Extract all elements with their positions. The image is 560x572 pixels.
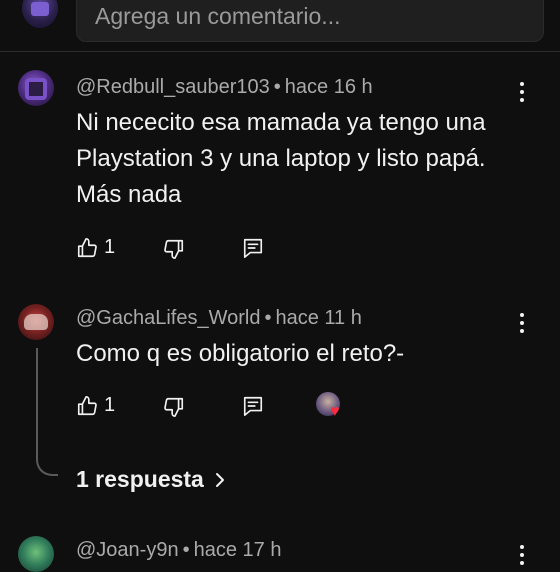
comment-time: hace 16 h xyxy=(284,76,373,98)
heart-icon: ♥ xyxy=(330,403,340,420)
comment-author[interactable]: @Joan-y9n xyxy=(76,539,179,561)
comment-text: Como q es obligatorio el reto?- xyxy=(76,340,405,367)
dislike-button[interactable] xyxy=(163,238,185,260)
like-button[interactable]: 1 xyxy=(76,236,115,259)
meta-separator: • xyxy=(273,76,281,98)
more-vertical-icon xyxy=(520,545,524,549)
avatar[interactable] xyxy=(18,70,54,106)
comment-time: hace 11 h xyxy=(275,307,362,329)
replies-label: 1 respuesta xyxy=(76,466,204,492)
meta-separator: • xyxy=(182,539,190,561)
view-replies-button[interactable]: 1 respuesta xyxy=(76,466,226,493)
more-options-button[interactable] xyxy=(512,311,532,335)
comment-meta: @GachaLifes_World • hace 11 h xyxy=(76,307,362,330)
comment-meta: @Redbull_sauber103 • hace 16 h xyxy=(76,76,373,99)
comment-input[interactable]: Agrega un comentario... xyxy=(76,0,544,42)
thread-connector xyxy=(36,348,58,476)
dislike-button[interactable] xyxy=(163,396,185,418)
avatar[interactable] xyxy=(18,536,54,572)
comment-author[interactable]: @GachaLifes_World xyxy=(76,307,260,329)
comment-meta: @Joan-y9n • hace 17 h xyxy=(76,539,281,562)
meta-separator: • xyxy=(264,307,272,329)
comment-time: hace 17 h xyxy=(193,539,282,561)
thumbs-down-icon xyxy=(164,239,184,259)
thumbs-up-icon xyxy=(77,395,97,415)
like-button[interactable]: 1 xyxy=(76,394,115,417)
more-vertical-icon xyxy=(520,313,524,317)
comment-text: Ni nececito esa mamada ya tengo una Play… xyxy=(76,109,486,208)
like-count: 1 xyxy=(104,236,116,258)
more-vertical-icon xyxy=(520,82,524,86)
reply-icon xyxy=(243,396,263,416)
thumbs-up-icon xyxy=(77,237,97,257)
more-options-button[interactable] xyxy=(512,80,532,104)
more-options-button[interactable] xyxy=(512,543,532,567)
divider xyxy=(0,51,560,52)
avatar[interactable] xyxy=(18,304,54,340)
creator-heart-badge: ♥ xyxy=(316,392,344,420)
reply-button[interactable] xyxy=(242,395,264,417)
thumbs-down-icon xyxy=(164,397,184,417)
like-count: 1 xyxy=(104,394,116,416)
reply-icon xyxy=(243,238,263,258)
comment-author[interactable]: @Redbull_sauber103 xyxy=(76,76,270,98)
current-user-avatar xyxy=(22,0,58,28)
chevron-right-icon xyxy=(215,472,224,487)
reply-button[interactable] xyxy=(242,237,264,259)
